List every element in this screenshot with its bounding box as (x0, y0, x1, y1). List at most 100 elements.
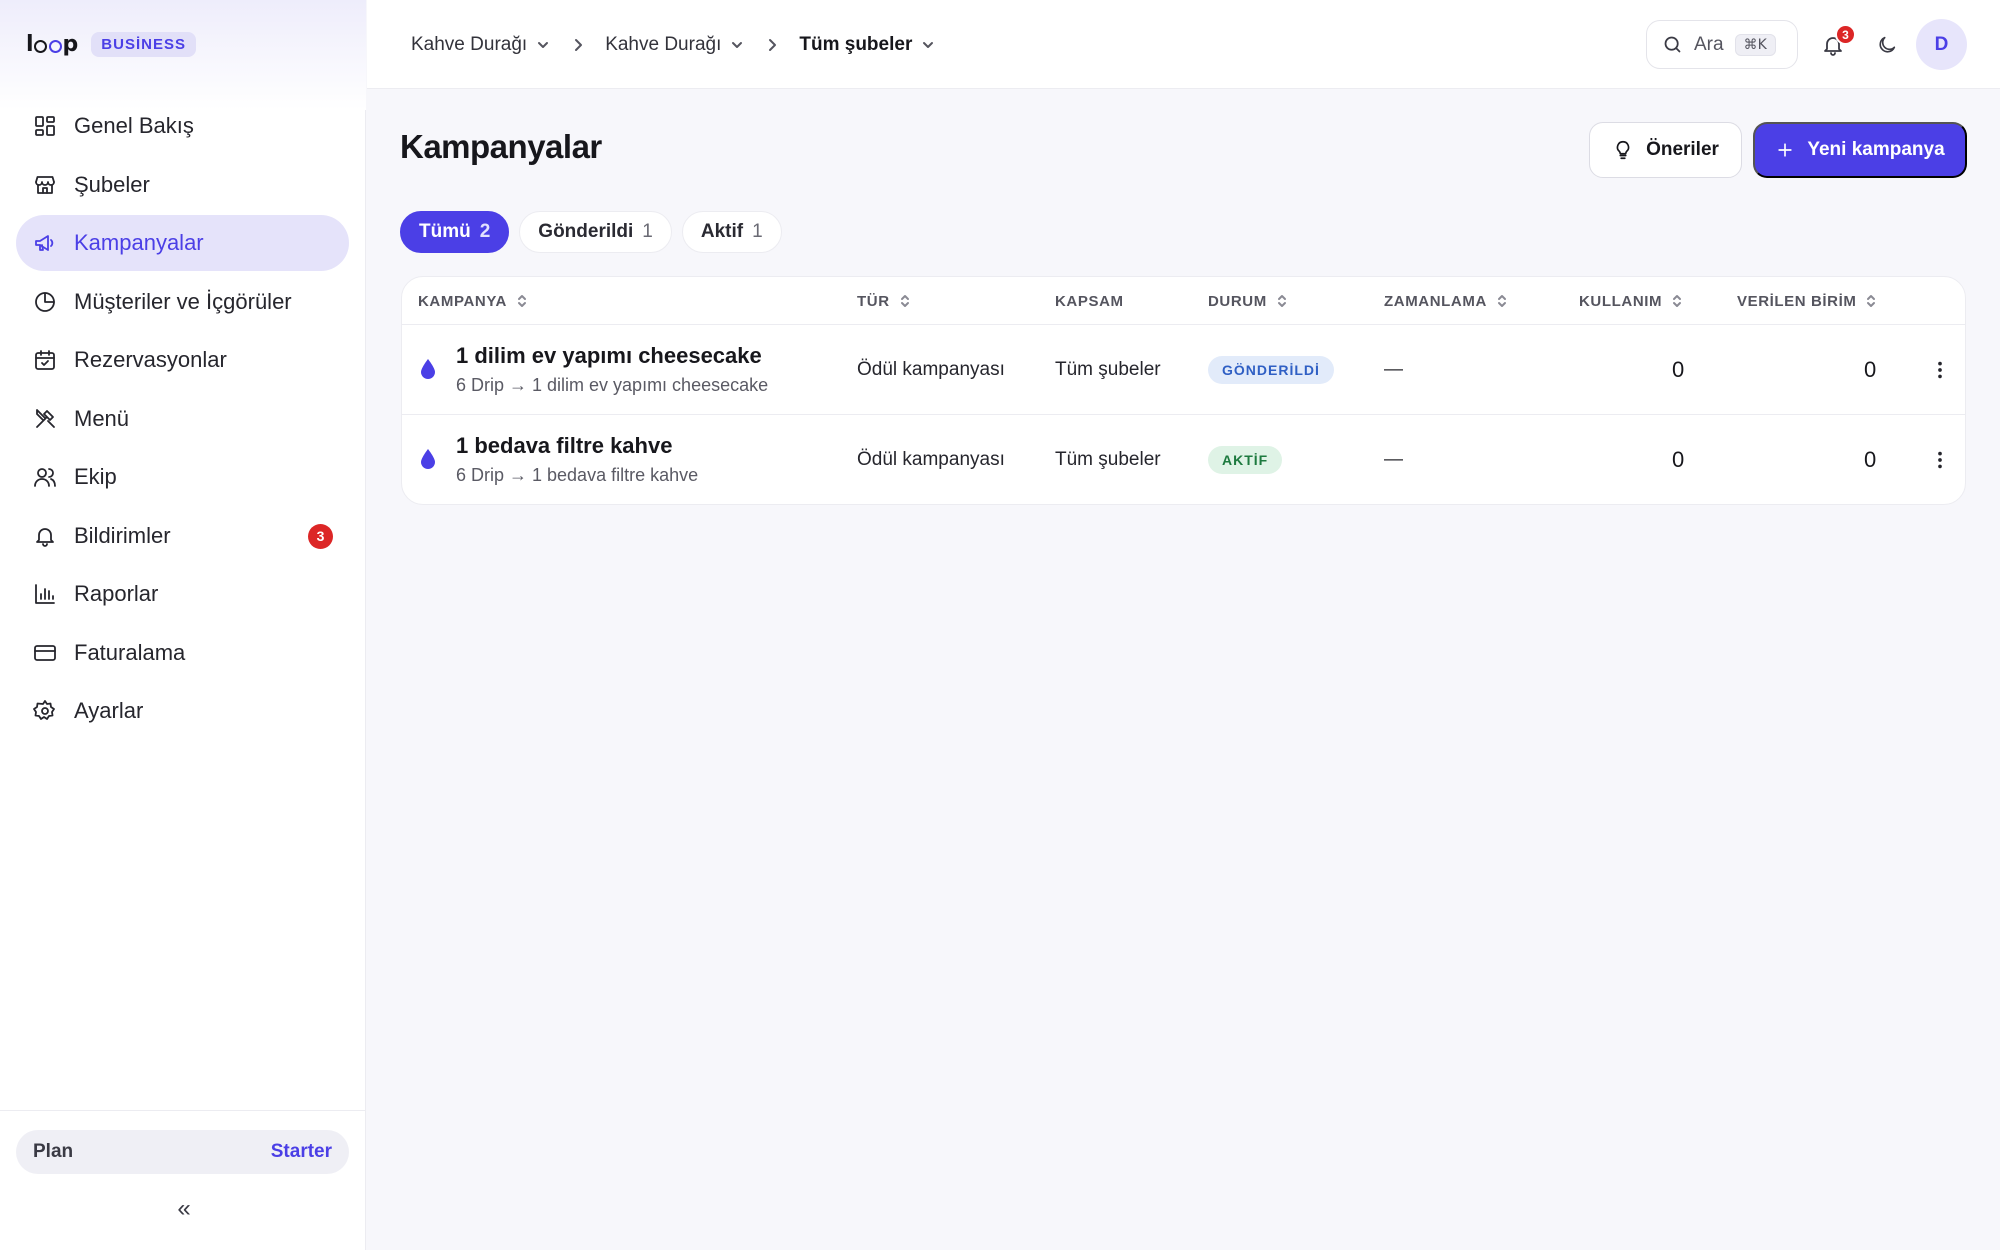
sidebar-item-overview[interactable]: Genel Bakış (16, 98, 349, 154)
sidebar-item-branches[interactable]: Şubeler (16, 157, 349, 213)
table-row[interactable]: 1 dilim ev yapımı cheesecake 6 Drip → 1 … (402, 325, 1965, 415)
sidebar-nav: Genel Bakış Şubeler Kampanyalar Müşteril… (16, 98, 349, 742)
sidebar-item-label: Müşteriler ve İçgörüler (74, 288, 292, 314)
breadcrumb-brand[interactable]: Kahve Durağı (605, 34, 745, 56)
gear-icon (32, 698, 58, 724)
status-badge: AKTİF (1208, 446, 1283, 474)
sidebar-item-label: Kampanyalar (74, 230, 204, 255)
breadcrumb-branch[interactable]: Tüm şubeler (799, 34, 936, 56)
column-type[interactable]: TÜR (857, 277, 912, 325)
sidebar-item-campaigns[interactable]: Kampanyalar (16, 215, 349, 271)
search-shortcut: ⌘K (1734, 33, 1776, 56)
breadcrumb-label: Tüm şubeler (799, 34, 913, 55)
sidebar-item-label: Raporlar (74, 581, 159, 606)
utensils-icon (32, 406, 58, 432)
collapse-sidebar-button[interactable]: « (170, 1195, 198, 1223)
column-label: KAMPANYA (418, 292, 507, 310)
filter-active[interactable]: Aktif 1 (681, 211, 782, 253)
brand[interactable]: lp BUSİNESS (26, 28, 196, 60)
sidebar-item-label: Bildirimler (74, 522, 171, 548)
filter-all[interactable]: Tümü 2 (400, 211, 510, 253)
column-label: KULLANIM (1579, 292, 1663, 310)
column-label: KAPSAM (1055, 292, 1124, 310)
avatar[interactable]: D (1916, 19, 1967, 70)
table-row[interactable]: 1 bedava filtre kahve 6 Drip → 1 bedava … (402, 415, 1965, 504)
campaign-title: 1 dilim ev yapımı cheesecake (456, 343, 762, 368)
campaign-units: 0 (1864, 357, 1877, 382)
campaign-subtitle: 6 Drip → 1 dilim ev yapımı cheesecake (456, 375, 769, 395)
megaphone-icon (32, 230, 58, 256)
chevron-right-icon (764, 37, 780, 53)
sidebar-item-reservations[interactable]: Rezervasyonlar (16, 332, 349, 388)
plus-icon (1778, 143, 1793, 157)
column-label: ZAMANLAMA (1384, 292, 1487, 310)
sidebar-item-reports[interactable]: Raporlar (16, 566, 349, 622)
status-filters: Tümü 2 Gönderildi 1 Aktif 1 (400, 211, 782, 253)
table-header: KAMPANYA TÜR KAPSAM DURUM ZAMANLAMA KULL… (402, 277, 1965, 325)
suggestions-button[interactable]: Öneriler (1589, 122, 1742, 178)
store-icon (32, 172, 58, 198)
column-label: VERİLEN BİRİM (1737, 292, 1857, 310)
campaign-scope: Tüm şubeler (1055, 449, 1161, 470)
sidebar-item-customers[interactable]: Müşteriler ve İçgörüler (16, 274, 349, 330)
more-vertical-icon (1938, 361, 1942, 379)
notification-badge: 3 (1835, 24, 1856, 45)
more-vertical-icon (1938, 451, 1942, 469)
sidebar-item-label: Rezervasyonlar (74, 347, 227, 372)
search-button[interactable]: Ara ⌘K (1646, 20, 1798, 69)
sort-icon (1275, 294, 1289, 308)
sort-icon (515, 294, 529, 308)
chevron-down-icon (920, 37, 936, 53)
column-campaign[interactable]: KAMPANYA (418, 277, 529, 325)
breadcrumb-company[interactable]: Kahve Durağı (411, 34, 551, 56)
more-options-button[interactable] (1926, 356, 1954, 384)
sidebar: lp BUSİNESS Genel Bakış Şubeler Kampanya… (0, 0, 366, 1250)
credit-card-icon (32, 640, 58, 666)
campaign-type: Ödül kampanyası (857, 449, 1005, 470)
sidebar-item-team[interactable]: Ekip (16, 449, 349, 505)
column-usage[interactable]: KULLANIM (1579, 277, 1684, 325)
grid-icon (32, 113, 58, 139)
column-units-issued[interactable]: VERİLEN BİRİM (1737, 277, 1878, 325)
plan-label: Plan (33, 1141, 74, 1162)
notifications-button[interactable]: 3 (1816, 24, 1856, 62)
column-label: TÜR (857, 292, 890, 310)
filter-label: Tümü (419, 221, 471, 242)
search-icon (1664, 36, 1681, 53)
drop-icon (420, 358, 436, 380)
sidebar-item-notifications[interactable]: Bildirimler 3 (16, 508, 349, 564)
theme-toggle[interactable] (1872, 30, 1902, 60)
notification-count-badge: 3 (308, 523, 333, 549)
business-badge: BUSİNESS (91, 31, 196, 57)
campaign-scope: Tüm şubeler (1055, 359, 1161, 380)
status-cell: AKTİF (1208, 415, 1283, 504)
plan-value: Starter (270, 1141, 332, 1162)
top-header: Kahve Durağı Kahve Durağı Tüm şubeler Ar… (367, 0, 2000, 89)
sidebar-item-settings[interactable]: Ayarlar (16, 683, 349, 739)
sort-icon (898, 294, 912, 308)
breadcrumb-label: Kahve Durağı (605, 34, 722, 55)
campaign-units: 0 (1864, 447, 1877, 472)
new-campaign-label: Yeni kampanya (1807, 139, 1945, 160)
sidebar-item-label: Şubeler (74, 171, 150, 197)
new-campaign-button[interactable]: Yeni kampanya (1753, 122, 1967, 178)
search-label: Ara (1694, 33, 1724, 55)
sidebar-item-billing[interactable]: Faturalama (16, 625, 349, 681)
filter-sent[interactable]: Gönderildi 1 (519, 211, 672, 253)
column-label: DURUM (1208, 292, 1267, 310)
campaign-cell: 1 dilim ev yapımı cheesecake 6 Drip → 1 … (456, 343, 768, 396)
plan-indicator[interactable]: Plan Starter (16, 1130, 349, 1174)
moon-icon (1879, 36, 1896, 53)
status-cell: GÖNDERİLDİ (1208, 325, 1334, 415)
campaigns-table: KAMPANYA TÜR KAPSAM DURUM ZAMANLAMA KULL… (401, 276, 1966, 505)
sidebar-item-label: Ayarlar (74, 698, 144, 723)
lightbulb-icon (1616, 140, 1630, 160)
column-status[interactable]: DURUM (1208, 277, 1289, 325)
column-timing[interactable]: ZAMANLAMA (1384, 277, 1509, 325)
filter-count: 1 (642, 221, 653, 242)
campaign-usage: 0 (1672, 447, 1685, 472)
sidebar-item-menu[interactable]: Menü (16, 391, 349, 447)
more-options-button[interactable] (1926, 446, 1954, 474)
page-title: Kampanyalar (400, 128, 602, 165)
sidebar-item-label: Menü (74, 405, 130, 431)
